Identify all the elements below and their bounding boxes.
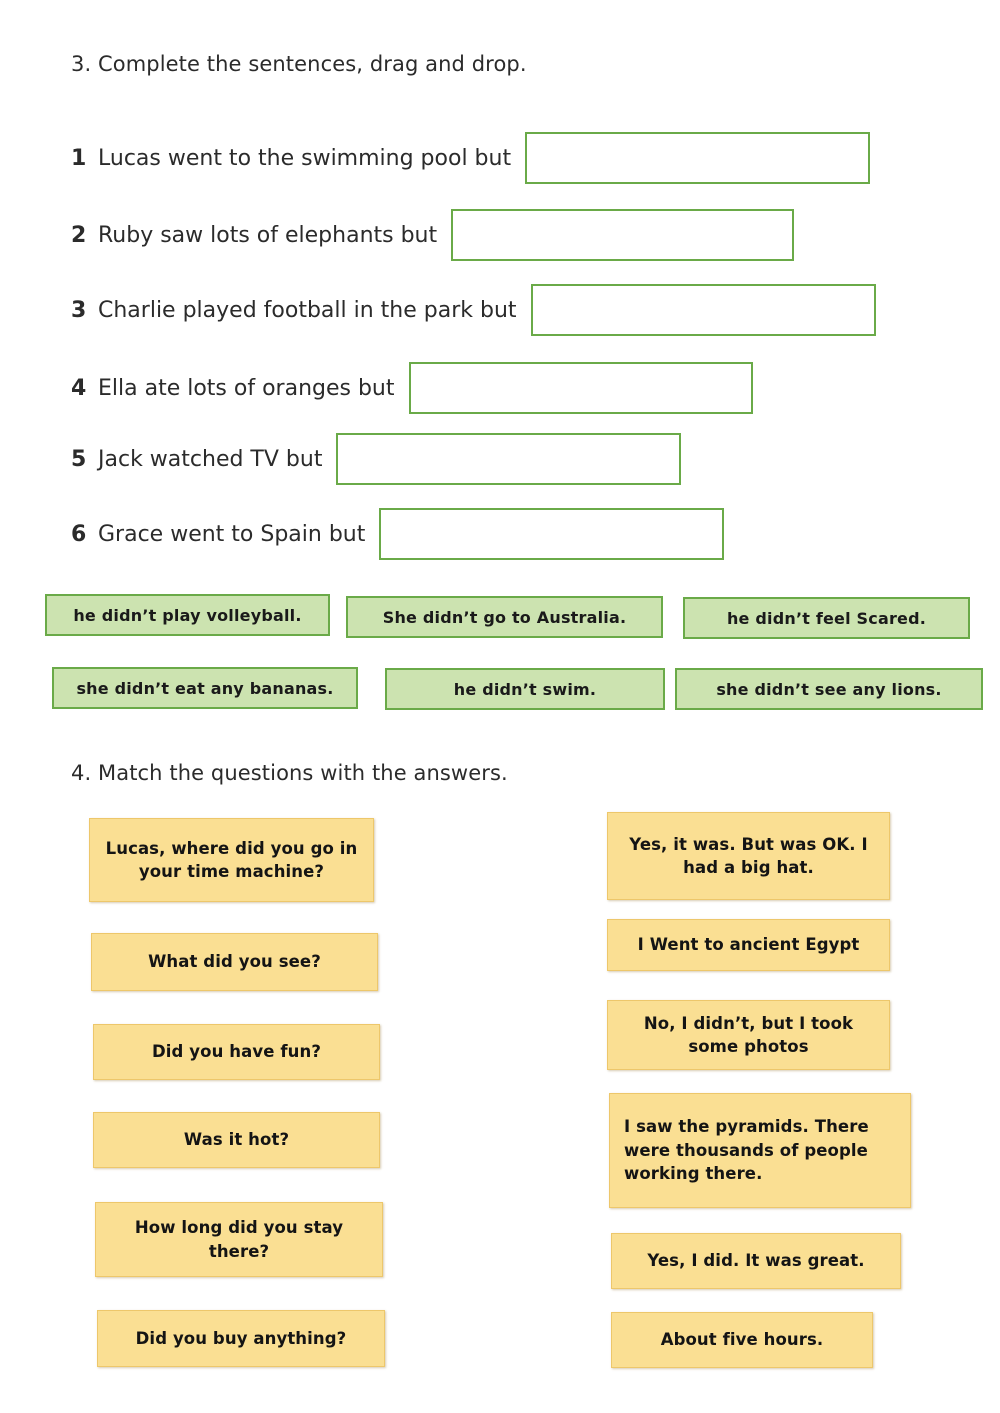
question-card-1[interactable]: Lucas, where did you go in your time mac… [89,818,374,902]
sentence-text: Grace went to Spain but [98,521,366,547]
sentence-number: 4 [71,375,87,401]
sentence-text: Lucas went to the swimming pool but [98,145,512,171]
exercise-4-heading: 4. Match the questions with the answers. [71,761,508,785]
sentence-row: 1 Lucas went to the swimming pool but [71,132,871,184]
sentence-row: 6 Grace went to Spain but [71,508,725,560]
answer-card-6[interactable]: About five hours. [611,1312,873,1368]
question-card-6[interactable]: Did you buy anything? [97,1310,385,1367]
drop-zone-4[interactable] [408,362,753,414]
drop-zone-2[interactable] [451,209,795,261]
sentence-text: Ruby saw lots of elephants but [98,222,438,248]
sentence-row: 3 Charlie played football in the park bu… [71,284,876,336]
answer-card-4[interactable]: I saw the pyramids. There were thousands… [609,1093,911,1208]
draggable-tile-3[interactable]: he didn’t feel Scared. [683,597,970,639]
answer-card-5[interactable]: Yes, I did. It was great. [611,1233,901,1289]
drop-zone-3[interactable] [530,284,876,336]
draggable-tile-5[interactable]: he didn’t swim. [385,668,665,710]
exercise-3-heading: 3. Complete the sentences, drag and drop… [71,52,527,76]
sentence-row: 5 Jack watched TV but [71,433,682,485]
sentence-text: Ella ate lots of oranges but [98,375,395,401]
question-card-5[interactable]: How long did you stay there? [95,1202,383,1277]
draggable-tile-2[interactable]: She didn’t go to Australia. [346,596,663,638]
draggable-tile-6[interactable]: she didn’t see any lions. [675,668,983,710]
question-card-4[interactable]: Was it hot? [93,1112,380,1168]
drop-zone-5[interactable] [336,433,682,485]
question-card-2[interactable]: What did you see? [91,933,378,991]
answer-card-1[interactable]: Yes, it was. But was OK. I had a big hat… [607,812,890,900]
answer-card-2[interactable]: I Went to ancient Egypt [607,919,890,971]
sentence-text: Jack watched TV but [98,446,323,472]
sentence-number: 5 [71,446,87,472]
draggable-tile-4[interactable]: she didn’t eat any bananas. [52,667,358,709]
draggable-tile-1[interactable]: he didn’t play volleyball. [45,594,330,636]
sentence-row: 4 Ella ate lots of oranges but [71,362,753,414]
question-card-3[interactable]: Did you have fun? [93,1024,380,1080]
sentence-number: 3 [71,297,87,323]
sentence-number: 1 [71,145,87,171]
drop-zone-1[interactable] [525,132,871,184]
sentence-row: 2 Ruby saw lots of elephants but [71,209,795,261]
sentence-number: 6 [71,521,87,547]
answer-card-3[interactable]: No, I didn’t, but I took some photos [607,1000,890,1070]
sentence-number: 2 [71,222,87,248]
drop-zone-6[interactable] [379,508,725,560]
sentence-text: Charlie played football in the park but [98,297,517,323]
